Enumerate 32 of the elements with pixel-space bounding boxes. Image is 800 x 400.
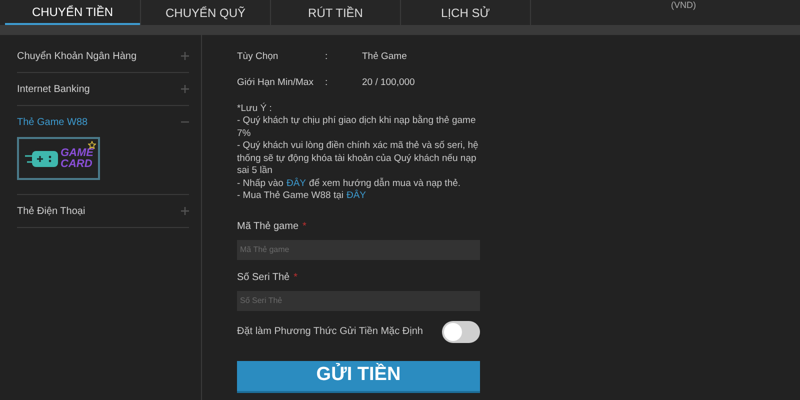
- plus-icon[interactable]: [181, 85, 189, 93]
- logo-text: GAME: [60, 148, 94, 158]
- note-text: để xem hướng dẫn mua và nạp thẻ.: [309, 178, 461, 190]
- field-value: Thẻ Game: [362, 50, 407, 64]
- field-label: Tùy Chọn: [237, 50, 280, 64]
- gamepad-icon: [24, 150, 58, 168]
- sidebar-item[interactable]: Internet Banking: [17, 82, 90, 96]
- default-toggle[interactable]: [442, 320, 480, 342]
- plus-icon[interactable]: [181, 207, 189, 215]
- sidebar-item[interactable]: Thẻ Điện Thoại: [17, 204, 86, 218]
- field-label: Giới Hạn Min/Max: [237, 76, 314, 90]
- field-label: Số Seri Thẻ: [237, 270, 290, 284]
- note-text: - Nhấp vào: [237, 178, 284, 190]
- sidebar-item[interactable]: Thẻ Game W88: [17, 114, 88, 130]
- field-value: 20 / 100,000: [362, 76, 415, 90]
- note-text: - Quý khách tự chịu phí giao dịch khi nạp bằng thẻ game 7%: [237, 115, 477, 140]
- link[interactable]: ĐÂY: [286, 178, 306, 190]
- required-mark: *: [302, 220, 306, 234]
- link[interactable]: ĐÂY: [346, 190, 366, 202]
- field-label: Mã Thẻ game: [237, 220, 299, 234]
- plus-icon[interactable]: [181, 52, 189, 60]
- required-mark: *: [294, 270, 298, 284]
- separator: :: [325, 50, 329, 64]
- submit-button[interactable]: GỬI TIỀN: [237, 360, 480, 392]
- separator: :: [325, 76, 329, 90]
- star-icon: [88, 141, 96, 149]
- logo-text: CARD: [60, 158, 94, 170]
- sidebar-item[interactable]: Chuyển Khoản Ngân Hàng: [17, 48, 137, 64]
- currency-label: (VND): [671, 0, 696, 11]
- notes-title: *Lưu Ý :: [237, 102, 273, 115]
- toggle-label: Đặt làm Phương Thức Gửi Tiền Mặc Định: [237, 325, 423, 339]
- note-text: - Mua Thẻ Game W88 tại: [237, 190, 344, 202]
